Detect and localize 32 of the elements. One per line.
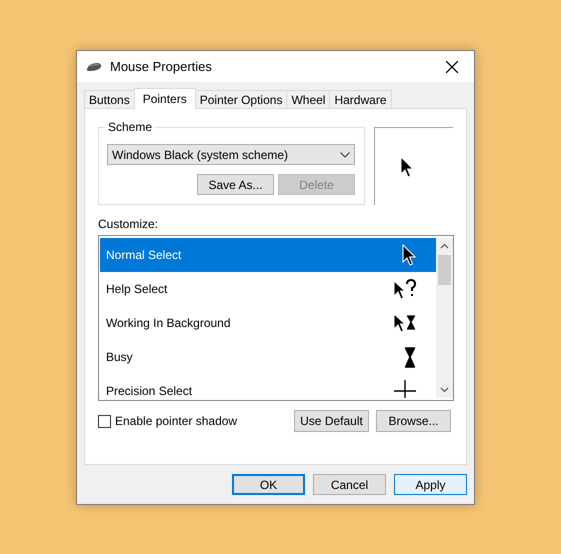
checkbox-label[interactable]: Enable pointer shadow xyxy=(115,414,238,428)
tab[interactable]: Pointers xyxy=(134,88,196,109)
dialog-button[interactable]: OK xyxy=(232,474,305,495)
customize-label: Customize: xyxy=(98,217,160,233)
list-item[interactable]: Help Select xyxy=(100,272,436,306)
dialog-button[interactable]: Apply xyxy=(394,474,467,495)
busy-pointer-icon xyxy=(393,313,416,333)
arrow-pointer-icon xyxy=(402,244,416,266)
checkbox[interactable] xyxy=(98,414,111,428)
scheme-label: Scheme xyxy=(105,120,156,134)
list-item[interactable]: Busy xyxy=(100,340,436,374)
tab[interactable]: Pointer Options xyxy=(194,90,288,108)
chevron-down-icon xyxy=(340,152,350,158)
arrow-pointer-icon xyxy=(400,156,414,178)
list-item[interactable]: Working In Background xyxy=(100,306,436,340)
help-pointer-icon xyxy=(393,278,416,300)
dialog-button[interactable]: Cancel xyxy=(313,474,386,495)
scheme-dropdown[interactable]: Windows Black (system scheme) xyxy=(107,144,355,165)
tab[interactable]: Buttons xyxy=(84,90,135,108)
list-item[interactable]: Precision Select xyxy=(100,374,436,398)
mouse-icon xyxy=(86,62,102,72)
scheme-button[interactable]: Save As... xyxy=(197,174,274,195)
list-button[interactable]: Browse... xyxy=(376,410,451,432)
list-button[interactable]: Use Default xyxy=(294,410,369,432)
hourglass-icon xyxy=(404,346,416,368)
scrollbar[interactable] xyxy=(436,238,453,398)
tab[interactable]: Hardware xyxy=(329,90,392,108)
crosshair-icon xyxy=(394,380,416,398)
list-item[interactable]: Normal Select xyxy=(100,238,436,272)
close-icon xyxy=(446,60,458,72)
window-title: Mouse Properties xyxy=(110,59,213,74)
scroll-thumb[interactable] xyxy=(438,255,451,285)
